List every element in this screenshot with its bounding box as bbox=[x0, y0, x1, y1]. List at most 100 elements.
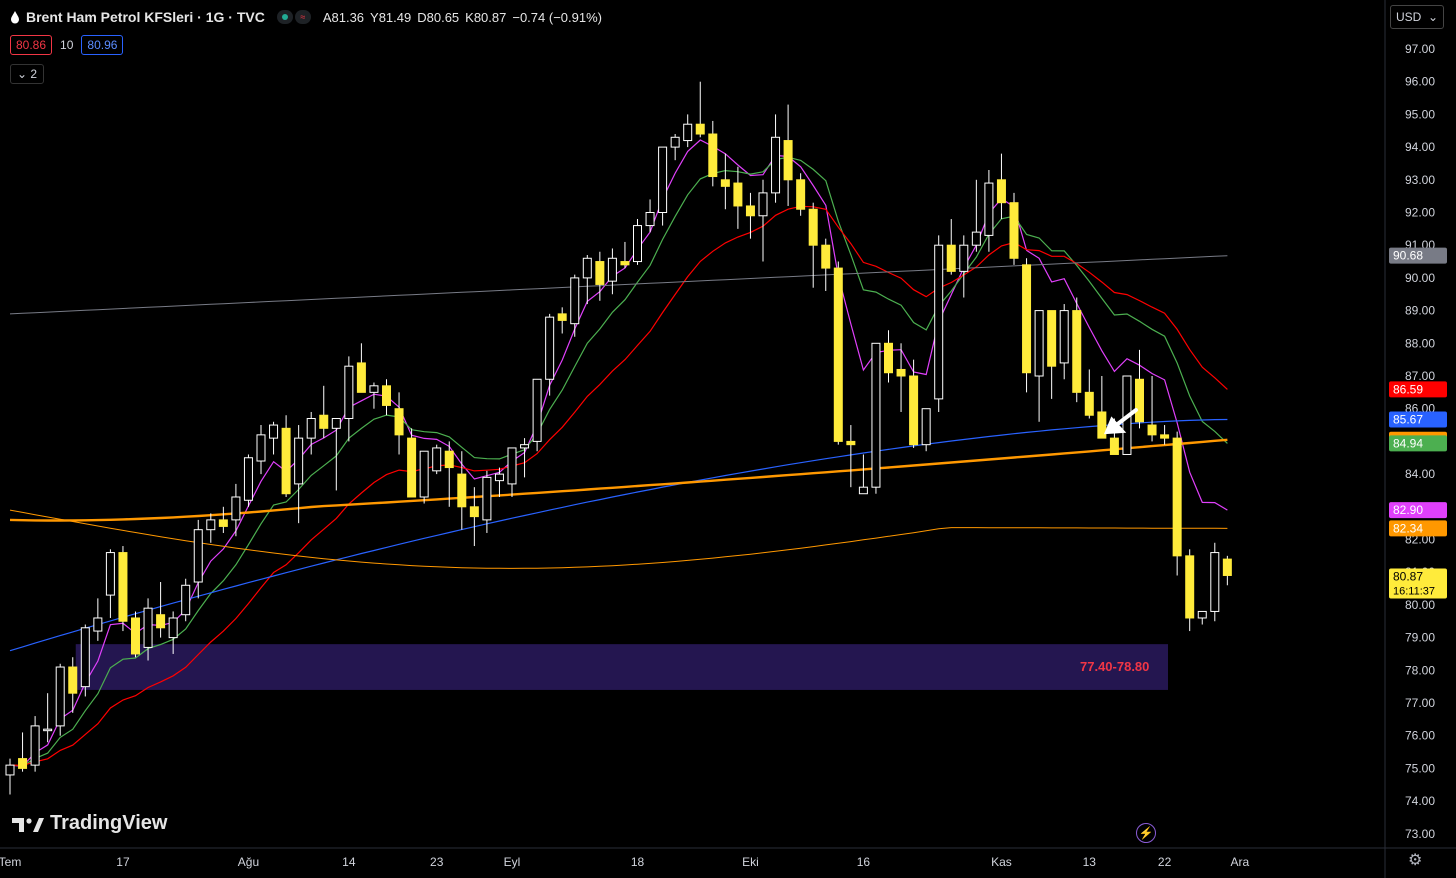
candle bbox=[93, 598, 103, 641]
candle bbox=[281, 415, 291, 497]
candle bbox=[30, 716, 40, 772]
symbol-title[interactable]: Brent Ham Petrol KFSleri · 1G · TVC bbox=[26, 9, 265, 25]
candle-body bbox=[394, 408, 404, 436]
candle bbox=[532, 378, 542, 452]
candle bbox=[921, 408, 931, 452]
bid-price[interactable]: 80.86 bbox=[10, 35, 53, 55]
candle-body bbox=[1009, 202, 1019, 259]
candle-body bbox=[507, 447, 517, 485]
candle bbox=[1047, 310, 1057, 399]
price-tag-value: 80.87 bbox=[1393, 569, 1423, 583]
candle-body bbox=[645, 212, 655, 227]
ma-line-orange-thin bbox=[9, 509, 1228, 569]
price-axis-label: 74.00 bbox=[1405, 794, 1435, 808]
market-status-icon[interactable] bbox=[276, 10, 293, 24]
candle-body bbox=[783, 140, 793, 181]
lightning-icon[interactable]: ⚡ bbox=[1136, 823, 1156, 843]
candle bbox=[80, 624, 90, 697]
currency-select[interactable]: USD ⌄ bbox=[1390, 5, 1444, 29]
zone-label: 77.40-78.80 bbox=[1080, 659, 1150, 675]
chevron-down-icon: ⌄ bbox=[1427, 10, 1438, 24]
candle-body bbox=[683, 123, 693, 142]
candle bbox=[557, 307, 567, 334]
candle-body bbox=[959, 244, 969, 272]
candle bbox=[683, 114, 693, 148]
candle bbox=[582, 255, 592, 305]
candle-body bbox=[733, 182, 743, 207]
time-axis-label: Tem bbox=[0, 855, 21, 869]
collapse-indicators-button[interactable]: ⌄ 2 bbox=[10, 64, 45, 84]
delayed-data-icon[interactable]: ≈ bbox=[294, 10, 311, 24]
candle-body bbox=[419, 450, 429, 498]
time-axis-label: Ara bbox=[1231, 855, 1250, 869]
chevron-down-icon: ⌄ bbox=[17, 67, 28, 81]
candle-body bbox=[896, 368, 906, 377]
time-axis-label: 13 bbox=[1083, 855, 1097, 869]
price-tag-value: 85.67 bbox=[1393, 412, 1423, 426]
candle-body bbox=[1210, 552, 1220, 612]
candle bbox=[382, 379, 391, 416]
candle-body bbox=[520, 444, 530, 449]
high-value: Y81.49 bbox=[370, 9, 412, 25]
candle-body bbox=[1222, 558, 1232, 576]
price-tag: 84.94 bbox=[1389, 435, 1447, 452]
price-axis-label: 79.00 bbox=[1405, 631, 1435, 645]
candle-body bbox=[1097, 411, 1107, 439]
price-axis-label: 90.00 bbox=[1405, 271, 1435, 285]
price-tag: 82.90 bbox=[1389, 502, 1447, 519]
time-axis-label: 14 bbox=[342, 855, 356, 869]
price-chart[interactable]: 97.0096.0095.0094.0093.0092.0091.0090.00… bbox=[0, 0, 1456, 878]
candle-body bbox=[582, 257, 592, 279]
price-tag-value: 90.68 bbox=[1393, 249, 1423, 263]
tradingview-logo[interactable]: TradingView bbox=[12, 812, 167, 835]
price-tag: 85.67 bbox=[1389, 411, 1447, 428]
candle bbox=[607, 248, 617, 295]
time-axis-label: Eyl bbox=[504, 855, 521, 869]
candle-body bbox=[105, 552, 115, 596]
candle-body bbox=[971, 231, 981, 246]
tradingview-logo-icon bbox=[12, 817, 44, 832]
candle-body bbox=[1160, 434, 1170, 439]
candle-body bbox=[808, 208, 818, 246]
candle bbox=[745, 192, 755, 239]
candle bbox=[1097, 376, 1107, 439]
candle bbox=[771, 114, 781, 203]
candle-body bbox=[1172, 437, 1182, 557]
candle-body bbox=[884, 342, 893, 374]
candle-body bbox=[771, 136, 781, 194]
candle-body bbox=[432, 447, 442, 472]
candle bbox=[356, 343, 366, 393]
time-axis-label: 16 bbox=[857, 855, 871, 869]
oil-drop-icon bbox=[11, 11, 19, 24]
candle-body bbox=[294, 437, 304, 485]
gear-icon[interactable]: ⚙ bbox=[1408, 850, 1422, 870]
price-axis-label: 89.00 bbox=[1405, 304, 1435, 318]
candle-body bbox=[306, 418, 316, 439]
candle-body bbox=[858, 486, 868, 495]
candle-body bbox=[1034, 310, 1044, 377]
candle-body bbox=[557, 313, 567, 321]
close-value: K80.87 bbox=[465, 9, 507, 25]
price-axis-label: 76.00 bbox=[1405, 729, 1435, 743]
price-axis-label: 87.00 bbox=[1405, 369, 1435, 383]
candle-body bbox=[871, 342, 881, 488]
candle bbox=[783, 104, 793, 206]
ask-price[interactable]: 80.96 bbox=[81, 35, 124, 55]
candle bbox=[507, 447, 517, 497]
candle-body bbox=[269, 424, 279, 439]
candle-body bbox=[1022, 264, 1032, 374]
candle bbox=[570, 274, 580, 337]
candle bbox=[946, 219, 956, 275]
price-tag-value: 82.34 bbox=[1393, 521, 1423, 535]
candle bbox=[695, 81, 705, 138]
candle bbox=[319, 385, 329, 439]
candle bbox=[407, 428, 417, 498]
candle-body bbox=[984, 182, 994, 236]
candle bbox=[1059, 304, 1069, 380]
candle bbox=[658, 146, 668, 226]
candle bbox=[633, 219, 642, 265]
candle-body bbox=[921, 408, 931, 446]
candle bbox=[1034, 310, 1044, 422]
brand-name: TradingView bbox=[50, 812, 168, 834]
price-axis-label: 88.00 bbox=[1405, 336, 1435, 350]
